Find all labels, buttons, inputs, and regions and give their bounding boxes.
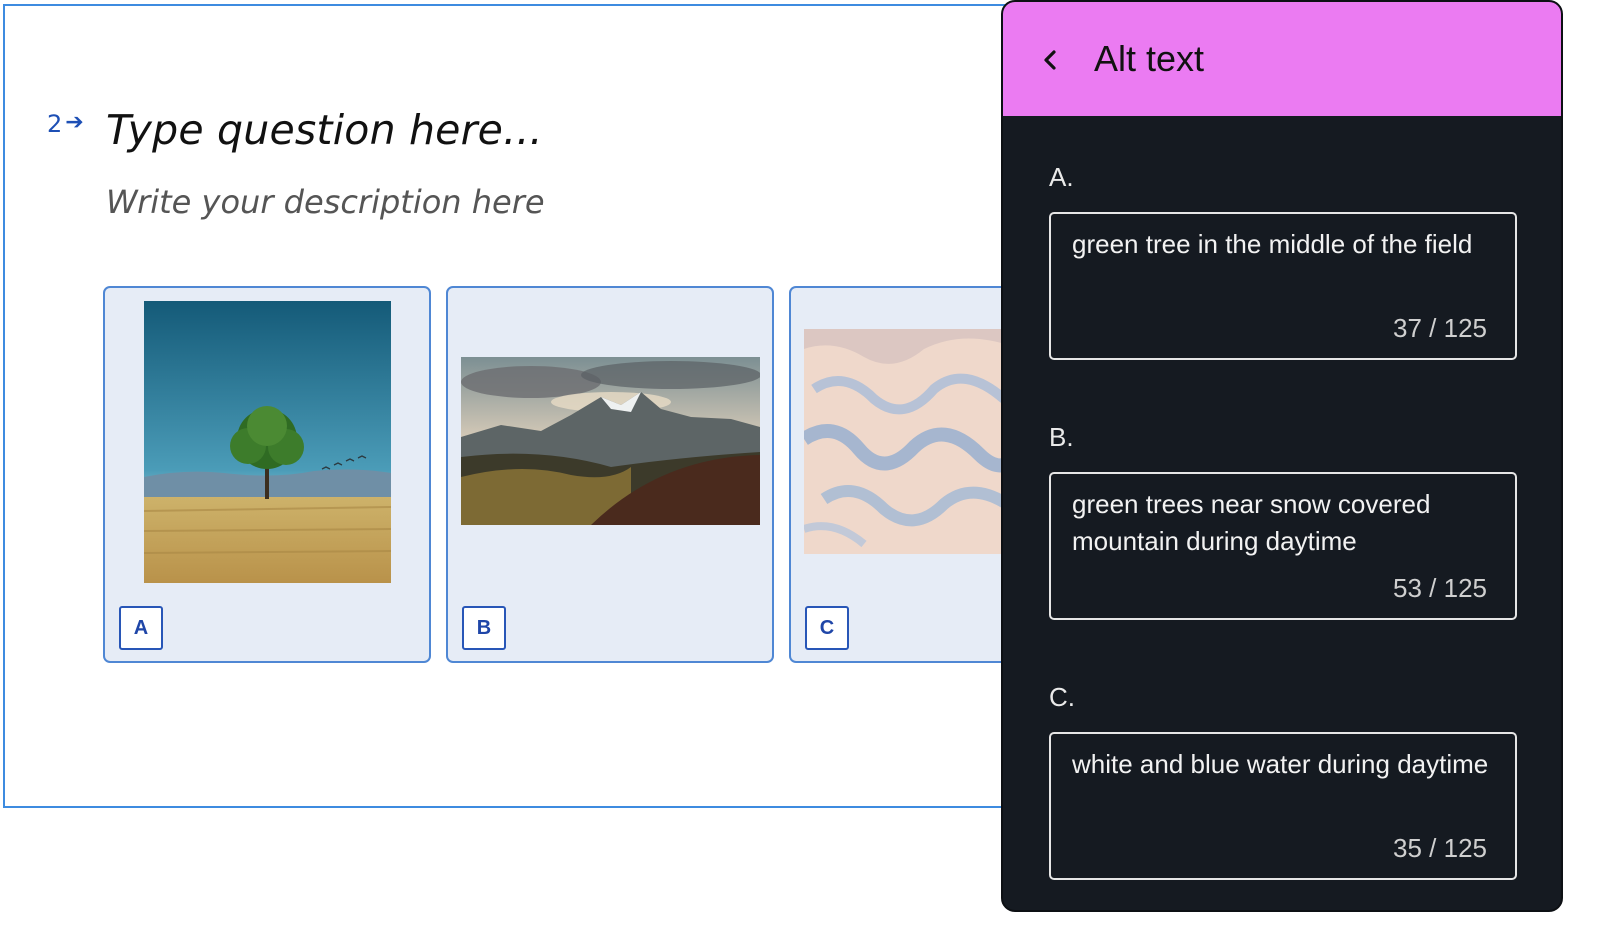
question-description-input[interactable]: Write your description here [106, 183, 545, 221]
choice-card-b[interactable]: B [446, 286, 774, 663]
choice-image-b [461, 357, 760, 525]
alt-text-field-a[interactable]: green tree in the middle of the field 37… [1049, 212, 1517, 360]
question-title-input[interactable]: Type question here... [106, 106, 543, 154]
arrow-right-icon: ➔ [65, 109, 84, 134]
char-count-c: 35 / 125 [1393, 833, 1487, 863]
choice-letter-b: B [462, 606, 506, 650]
alt-text-field-b[interactable]: green trees near snow covered mountain d… [1049, 472, 1517, 620]
field-label-c: C. [1049, 682, 1075, 712]
question-number-row: 2 ➔ [47, 109, 84, 138]
choice-image-a [144, 301, 391, 583]
alt-text-field-c[interactable]: white and blue water during daytime 35 /… [1049, 732, 1517, 880]
alt-text-value-a[interactable]: green tree in the middle of the field [1072, 226, 1495, 263]
alt-text-panel: Alt text A. green tree in the middle of … [1001, 0, 1563, 912]
field-label-b: B. [1049, 422, 1074, 452]
char-count-b: 53 / 125 [1393, 573, 1487, 603]
choice-letter-c: C [805, 606, 849, 650]
field-label-a: A. [1049, 162, 1074, 192]
choice-image-c [804, 329, 1014, 554]
panel-header: Alt text [1003, 2, 1561, 116]
question-number: 2 [47, 110, 63, 138]
char-count-a: 37 / 125 [1393, 313, 1487, 343]
panel-title: Alt text [1094, 38, 1205, 79]
choice-letter-a: A [119, 606, 163, 650]
chevron-left-icon[interactable] [1037, 42, 1063, 78]
question-canvas: 2 ➔ Type question here... Write your des… [3, 4, 1103, 808]
alt-text-value-b[interactable]: green trees near snow covered mountain d… [1072, 486, 1495, 560]
alt-text-value-c[interactable]: white and blue water during daytime [1072, 746, 1495, 783]
choice-card-a[interactable]: A [103, 286, 431, 663]
